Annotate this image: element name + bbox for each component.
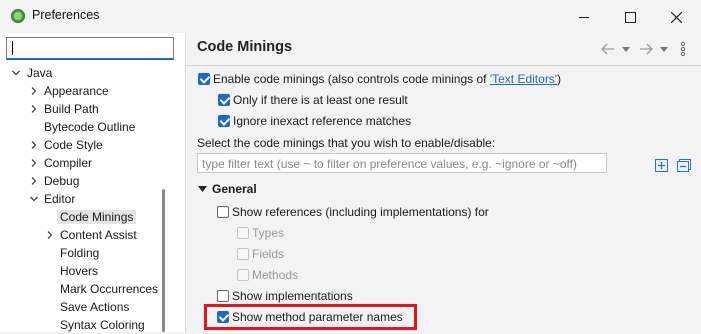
minimize-icon [579, 16, 589, 18]
preferences-tree-panel: Java Appearance Build Path Bytecode Outl… [0, 33, 186, 332]
methods-label: Methods [252, 268, 299, 282]
tree-item-hovers[interactable]: Hovers [60, 262, 98, 280]
tree-item-debug[interactable]: Debug [31, 172, 80, 190]
tree-item-folding[interactable]: Folding [60, 244, 99, 262]
chevron-right-icon[interactable] [29, 158, 39, 168]
ignore-inexact-label: Ignore inexact reference matches [233, 114, 412, 128]
only-if-result-label: Only if there is at least one result [233, 93, 408, 107]
section-general: General [212, 182, 257, 196]
tree-item-label: Build Path [44, 102, 99, 116]
tree-item-label: Code Style [44, 138, 103, 152]
show-references-label: Show references (including implementatio… [232, 205, 489, 219]
chevron-right-icon[interactable] [29, 86, 39, 96]
eclipse-icon [11, 9, 25, 23]
tree-item-label: Content Assist [60, 228, 137, 242]
minimize-button[interactable] [561, 0, 607, 32]
chevron-right-icon[interactable] [29, 176, 39, 186]
chevron-down-icon[interactable] [29, 194, 39, 204]
methods-checkbox[interactable] [237, 269, 249, 281]
page-title: Code Minings [197, 39, 293, 55]
tree-item-mark-occurrences[interactable]: Mark Occurrences [60, 280, 158, 298]
only-if-result-checkbox[interactable] [218, 94, 230, 106]
forward-arrow-icon[interactable] [639, 43, 653, 55]
highlight-box [204, 304, 417, 330]
maximize-icon [624, 11, 636, 23]
tree-item-bytecode-outline[interactable]: Bytecode Outline [44, 118, 135, 136]
tree-item-label: Hovers [60, 264, 99, 278]
types-checkbox[interactable] [237, 227, 249, 239]
chevron-right-icon[interactable] [29, 104, 39, 114]
tree-filter-input[interactable] [6, 37, 174, 60]
tree-item-content-assist[interactable]: Content Assist [47, 226, 137, 244]
preference-page: Code Minings Enable code minings (also c… [186, 33, 701, 332]
tree-item-label: Code Minings [57, 210, 137, 224]
header-divider [186, 65, 701, 66]
tree-item-label: Appearance [44, 84, 109, 98]
tree-item-syntax-coloring[interactable]: Syntax Coloring [60, 316, 145, 334]
fields-label: Fields [252, 247, 285, 261]
tree-item-java[interactable]: Java [12, 64, 53, 82]
expand-all-icon[interactable] [655, 159, 668, 172]
tree-item-compiler[interactable]: Compiler [31, 154, 93, 172]
select-instructions: Select the code minings that you wish to… [197, 136, 496, 150]
tree-item-editor[interactable]: Editor [30, 190, 76, 208]
tree-item-label: Bytecode Outline [44, 120, 136, 134]
chevron-right-icon[interactable] [29, 140, 39, 150]
back-arrow-icon[interactable] [601, 43, 615, 55]
tree-item-label: Debug [44, 174, 80, 188]
chevron-right-icon[interactable] [45, 230, 55, 240]
title-bar: Preferences [0, 0, 701, 32]
close-button[interactable] [653, 0, 699, 32]
code-minings-filter-input[interactable]: type filter text (use ~ to filter on pre… [197, 153, 607, 173]
tree-item-label: Compiler [44, 156, 93, 170]
window-title: Preferences [32, 8, 100, 22]
fields-checkbox[interactable] [237, 248, 249, 260]
text-editors-link[interactable]: 'Text Editors' [490, 72, 557, 86]
back-dropdown-icon[interactable] [622, 47, 630, 52]
show-implementations-label: Show implementations [232, 289, 353, 303]
more-options-icon[interactable] [680, 41, 686, 57]
tree-item-label: Java [27, 66, 53, 80]
maximize-button[interactable] [607, 0, 653, 32]
ignore-inexact-checkbox[interactable] [218, 115, 230, 127]
show-implementations-checkbox[interactable] [217, 290, 229, 302]
tree-item-save-actions[interactable]: Save Actions [60, 298, 129, 316]
tree-item-label: Mark Occurrences [60, 282, 159, 296]
tree-item-code-style[interactable]: Code Style [31, 136, 103, 154]
enable-code-minings-label: Enable code minings (also controls code … [213, 72, 562, 86]
collapse-all-icon[interactable] [677, 159, 691, 172]
tree-item-label: Save Actions [60, 300, 130, 314]
types-label: Types [252, 226, 285, 240]
tree-item-label: Editor [44, 192, 76, 206]
tree-item-code-minings[interactable]: Code Minings [57, 208, 137, 226]
tree-item-label: Syntax Coloring [60, 318, 145, 332]
show-references-checkbox[interactable] [217, 206, 229, 218]
close-icon [670, 11, 682, 24]
tree-item-label: Folding [60, 246, 100, 260]
tree-item-build-path[interactable]: Build Path [31, 100, 99, 118]
forward-dropdown-icon[interactable] [660, 47, 668, 52]
text-cursor [12, 41, 13, 55]
enable-code-minings-checkbox[interactable] [198, 73, 210, 85]
tree-item-appearance[interactable]: Appearance [31, 82, 109, 100]
chevron-down-icon[interactable] [11, 68, 21, 78]
tree-scrollbar[interactable] [162, 189, 165, 332]
triangle-down-icon[interactable] [198, 186, 207, 192]
